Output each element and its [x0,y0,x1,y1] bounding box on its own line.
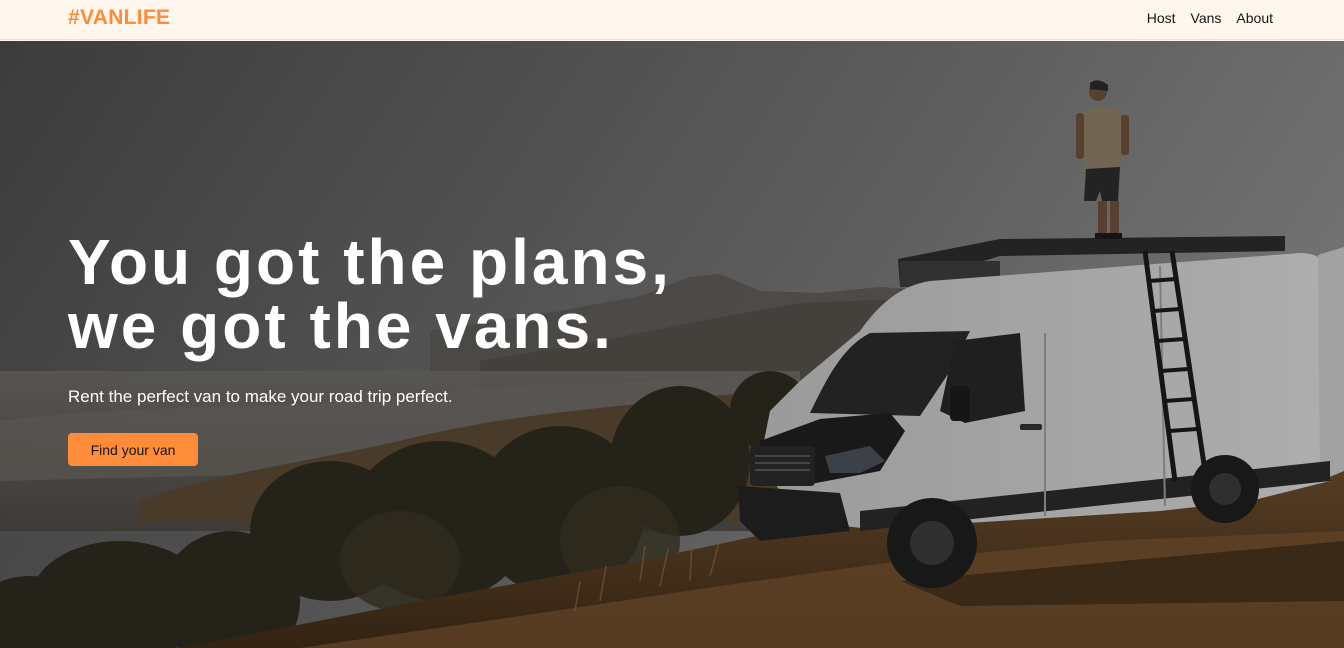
site-header: #VANLIFE Host Vans About [0,0,1344,40]
site-logo[interactable]: #VANLIFE [68,5,170,31]
hero-subtitle: Rent the perfect van to make your road t… [68,387,453,406]
find-your-van-button[interactable]: Find your van [68,433,198,466]
nav-link-vans[interactable]: Vans [1191,10,1222,27]
nav-link-about[interactable]: About [1236,10,1273,27]
hero-section: You got the plans, we got the vans. Rent… [0,41,1344,648]
hero-headline-line-1: You got the plans, [68,226,672,298]
hero-headline: You got the plans, we got the vans. [68,230,828,358]
hero-headline-line-2: we got the vans. [68,290,614,362]
main-nav: Host Vans About [1147,10,1273,27]
nav-link-host[interactable]: Host [1147,10,1176,27]
